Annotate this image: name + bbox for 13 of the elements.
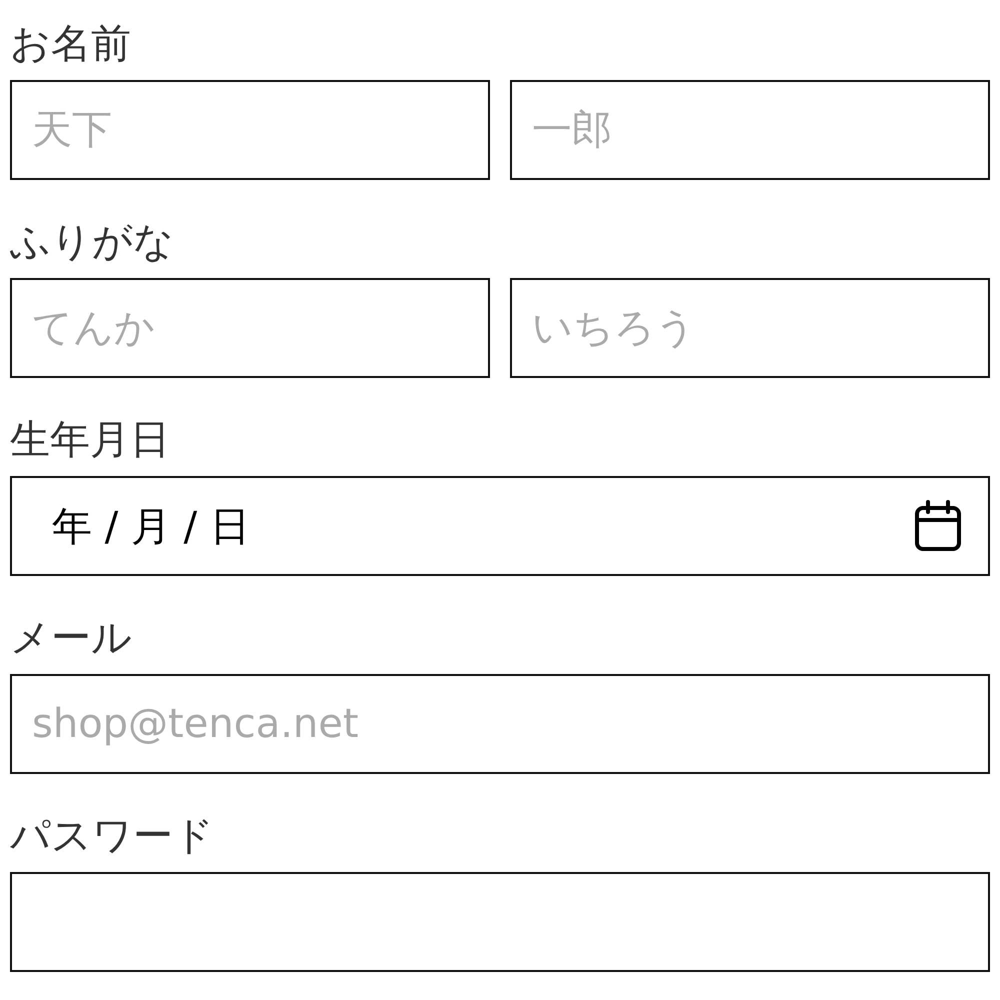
email-field[interactable]: shop@tenca.net bbox=[10, 674, 990, 774]
field-label: ふりがな bbox=[10, 218, 174, 267]
field-label: お名前 bbox=[10, 20, 131, 69]
input-field[interactable]: 天下 bbox=[10, 80, 490, 180]
input-field[interactable]: 一郎 bbox=[510, 80, 990, 180]
field-label: 生年月日 bbox=[10, 416, 170, 465]
input-field[interactable]: てんか bbox=[10, 278, 490, 378]
input-field[interactable]: いちろう bbox=[510, 278, 990, 378]
calendar-icon[interactable] bbox=[914, 500, 962, 552]
field-label: メール bbox=[10, 614, 132, 663]
date-field[interactable]: 年 / 月 / 日 bbox=[10, 476, 990, 576]
field-label: パスワード bbox=[10, 812, 214, 861]
password-field[interactable] bbox=[10, 872, 990, 972]
